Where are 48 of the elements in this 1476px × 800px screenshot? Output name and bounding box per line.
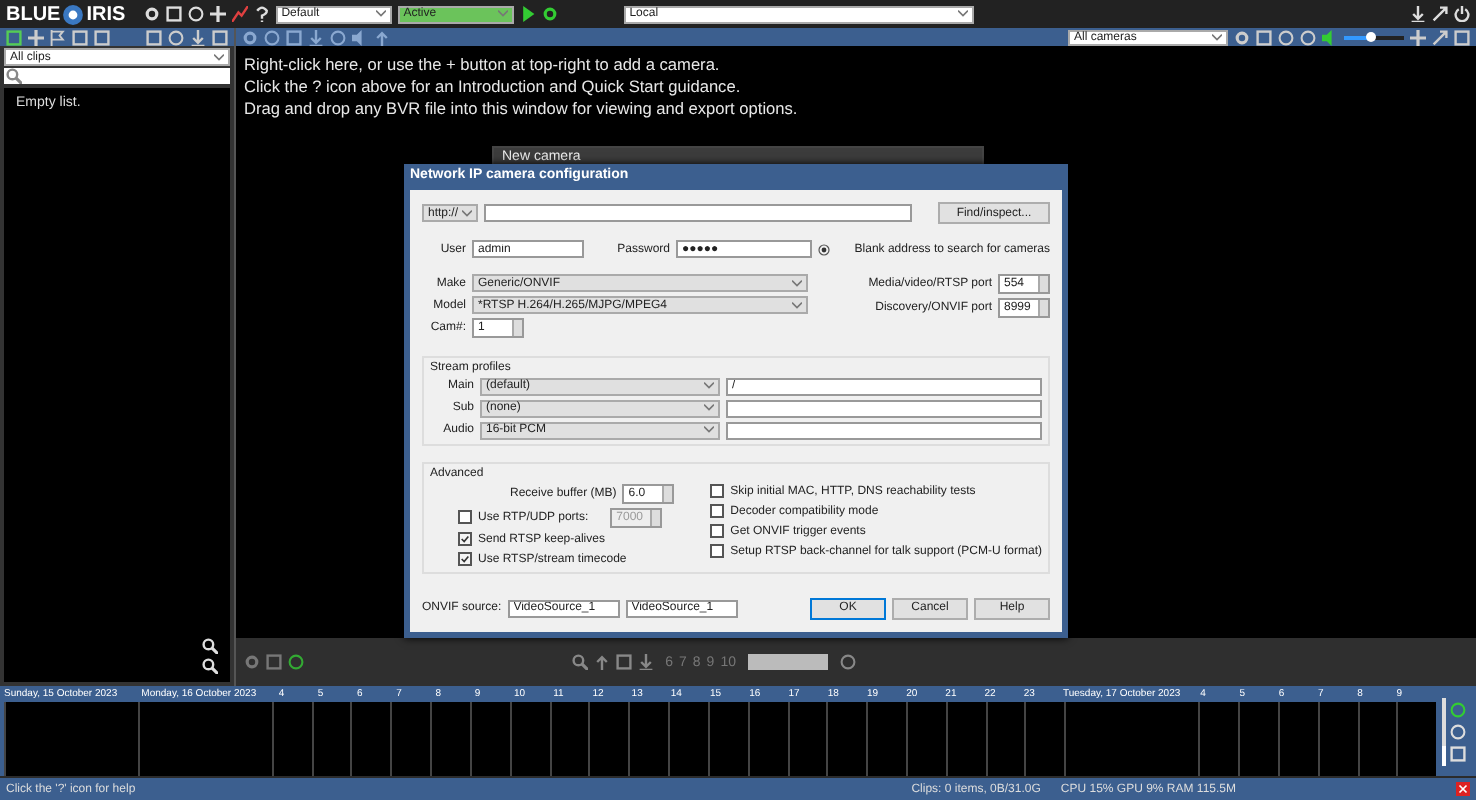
- circle-icon[interactable]: [330, 29, 346, 45]
- caret-icon[interactable]: [704, 426, 714, 435]
- caret-icon[interactable]: [462, 209, 472, 217]
- search-field[interactable]: [4, 68, 230, 84]
- hint-text: Drag and drop any BVR file into this window for viewing and export options.: [244, 98, 800, 120]
- eye-logo-icon: [62, 3, 85, 25]
- help-icon[interactable]: [253, 6, 270, 22]
- caret-icon[interactable]: [375, 10, 386, 18]
- logo-text: BLUE: [6, 3, 61, 25]
- add-icon[interactable]: [1410, 29, 1426, 45]
- caret-icon[interactable]: [792, 301, 802, 310]
- checkbox[interactable]: [710, 524, 725, 539]
- logo-text: IRIS: [86, 3, 126, 25]
- up-icon[interactable]: [374, 29, 390, 45]
- expand-icon[interactable]: [1432, 29, 1448, 45]
- timeline-zoom-slider[interactable]: [1442, 698, 1446, 766]
- caret-icon[interactable]: [1212, 33, 1222, 41]
- caret-icon[interactable]: [214, 53, 224, 61]
- play-icon[interactable]: [519, 6, 536, 22]
- zoom-icon[interactable]: [571, 654, 588, 670]
- grid-icon[interactable]: [6, 29, 22, 45]
- checkbox[interactable]: [458, 552, 472, 567]
- checkbox[interactable]: [458, 532, 472, 547]
- timeline-track[interactable]: [4, 702, 1436, 776]
- power-icon[interactable]: [1454, 6, 1470, 22]
- address-field[interactable]: [484, 204, 912, 222]
- caret-icon[interactable]: [792, 279, 802, 288]
- stop-icon[interactable]: [615, 654, 632, 670]
- caret-icon[interactable]: [957, 10, 968, 18]
- close-icon[interactable]: [1456, 782, 1470, 796]
- add-icon[interactable]: [28, 29, 44, 45]
- hint-text: Click the ? icon above for an Introduction and Quick Start guidance.: [244, 76, 743, 98]
- caret-icon[interactable]: [704, 382, 714, 391]
- search-icon[interactable]: [6, 68, 22, 84]
- arrow-down-icon[interactable]: [637, 654, 654, 670]
- flag-icon[interactable]: [50, 29, 66, 45]
- stream-path-field[interactable]: [726, 421, 1042, 440]
- fullscreen-icon[interactable]: [1432, 6, 1448, 22]
- checkbox[interactable]: [710, 544, 725, 559]
- move-icon[interactable]: [209, 6, 226, 22]
- hint-text: Right-click here, or use the + button at top-right to add a camera.: [244, 54, 722, 76]
- checkbox[interactable]: [710, 504, 725, 519]
- checkbox[interactable]: [710, 484, 725, 499]
- show-password-icon[interactable]: [818, 243, 830, 256]
- chart-icon[interactable]: [231, 6, 248, 22]
- stream-path-field[interactable]: [726, 399, 1042, 418]
- caret-icon[interactable]: [704, 404, 714, 413]
- download-icon[interactable]: [1410, 6, 1426, 22]
